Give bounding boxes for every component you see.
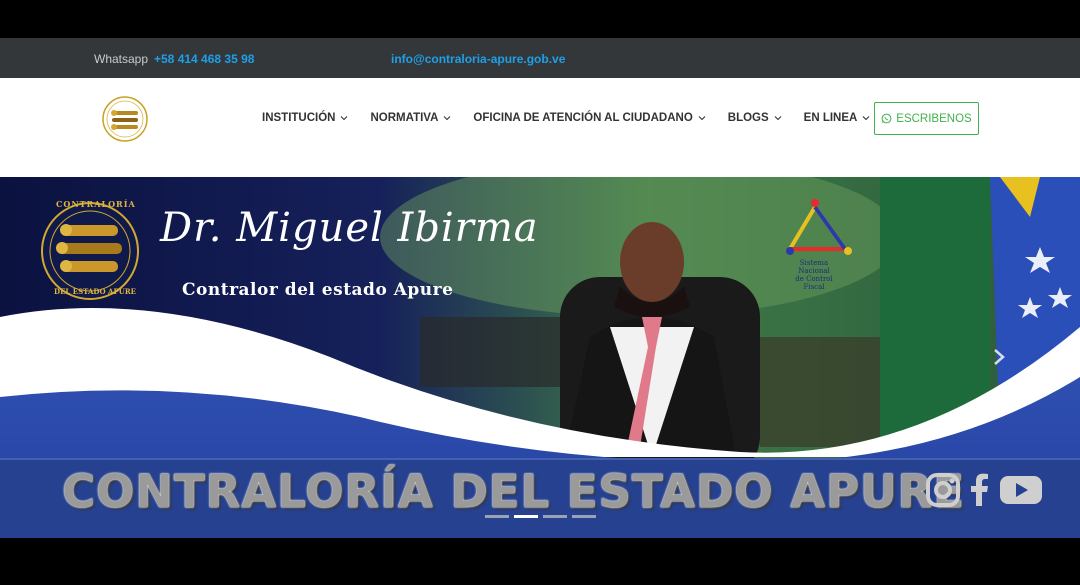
carousel-dot-3[interactable] bbox=[543, 515, 567, 518]
hero-person-name: Dr. Miguel Ibirma bbox=[160, 205, 539, 251]
snc-logo-label: Sistema Nacional de Control Fiscal bbox=[786, 259, 842, 291]
nav-item-institucion[interactable]: INSTITUCIÓN bbox=[262, 112, 348, 124]
nav-menu: INSTITUCIÓN NORMATIVA OFICINA DE ATENCIÓ… bbox=[262, 112, 892, 124]
escribenos-label: ESCRIBENOS bbox=[896, 112, 972, 125]
nav-item-label: NORMATIVA bbox=[370, 112, 439, 124]
snc-line-2: de Control Fiscal bbox=[795, 275, 833, 291]
chevron-down-icon bbox=[862, 116, 870, 121]
snc-line-1: Sistema Nacional bbox=[798, 259, 830, 275]
carousel-dot-4[interactable] bbox=[572, 515, 596, 518]
carousel-dot-1[interactable] bbox=[485, 515, 509, 518]
carousel-next-arrow-icon[interactable] bbox=[992, 348, 1006, 366]
youtube-icon[interactable] bbox=[998, 470, 1044, 510]
whatsapp-number-link[interactable]: +58 414 468 35 98 bbox=[154, 52, 254, 66]
chevron-down-icon bbox=[341, 116, 348, 121]
nav-item-label: BLOGS bbox=[727, 112, 769, 124]
nav-item-label: OFICINA DE ATENCIÓN AL CIUDADANO bbox=[473, 112, 693, 124]
chevron-down-icon bbox=[444, 116, 451, 121]
banner-title: CONTRALORÍA DEL ESTADO APURE bbox=[62, 465, 965, 518]
hero-person-role: Contralor del estado Apure bbox=[182, 280, 454, 300]
nav-item-en-linea[interactable]: EN LINEA bbox=[804, 112, 871, 124]
main-navbar: INSTITUCIÓN NORMATIVA OFICINA DE ATENCIÓ… bbox=[0, 78, 1080, 177]
chevron-down-icon bbox=[698, 116, 706, 121]
carousel-dot-2[interactable] bbox=[514, 515, 538, 518]
nav-item-normativa[interactable]: NORMATIVA bbox=[370, 112, 451, 124]
nav-item-blogs[interactable]: BLOGS bbox=[728, 112, 782, 124]
carousel-indicators bbox=[485, 515, 596, 518]
whatsapp-label: Whatsapp bbox=[94, 52, 149, 66]
nav-item-oficina-atencion[interactable]: OFICINA DE ATENCIÓN AL CIUDADANO bbox=[473, 112, 706, 124]
chevron-down-icon bbox=[774, 116, 782, 121]
email-link[interactable]: info@contraloria-apure.gob.ve bbox=[391, 52, 565, 66]
facebook-icon[interactable] bbox=[966, 470, 992, 510]
seal-text: CONTRALORÍA bbox=[56, 199, 136, 209]
instagram-icon[interactable] bbox=[924, 470, 964, 510]
seal-subtext: DEL ESTADO APURE bbox=[54, 287, 136, 296]
nav-item-label: INSTITUCIÓN bbox=[262, 112, 336, 124]
escribenos-button[interactable]: ESCRIBENOS bbox=[874, 102, 979, 135]
site-logo[interactable] bbox=[100, 95, 150, 143]
whatsapp-icon bbox=[881, 113, 892, 124]
top-contact-bar: Whatsapp +58 414 468 35 98 info@contralo… bbox=[0, 38, 1080, 78]
nav-item-label: EN LINEA bbox=[803, 112, 858, 124]
